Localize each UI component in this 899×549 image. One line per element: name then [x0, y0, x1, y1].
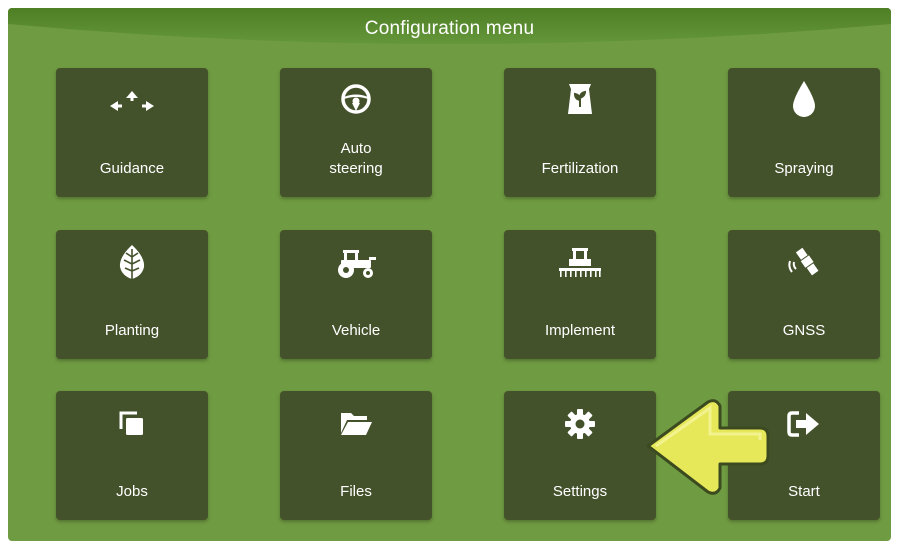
jobs-icon: [56, 399, 208, 449]
tile-label: Planting: [104, 322, 160, 339]
header-bar: Configuration menu: [8, 8, 891, 52]
tile-label: Vehicle: [331, 322, 381, 339]
planting-button[interactable]: Planting: [56, 230, 208, 359]
implement-icon: [504, 238, 656, 288]
gnss-button[interactable]: GNSS: [728, 230, 880, 359]
settings-button[interactable]: Settings: [504, 391, 656, 520]
leaf-icon: [56, 238, 208, 288]
configuration-screen: Configuration menu Guidance Auto steerin…: [8, 8, 891, 541]
guidance-arrows-icon: [56, 78, 208, 128]
satellite-icon: [728, 238, 880, 288]
auto-steering-button[interactable]: Auto steering: [280, 68, 432, 197]
tile-label: Fertilization: [541, 160, 619, 177]
tile-label: Implement: [544, 322, 616, 339]
tile-label: GNSS: [782, 322, 826, 339]
folder-icon: [280, 399, 432, 449]
tile-label: Files: [340, 483, 372, 500]
vehicle-button[interactable]: Vehicle: [280, 230, 432, 359]
fertilization-button[interactable]: Fertilization: [504, 68, 656, 197]
tile-label: Settings: [552, 483, 608, 500]
tile-label: Jobs: [116, 483, 148, 500]
guidance-button[interactable]: Guidance: [56, 68, 208, 197]
gear-icon: [504, 399, 656, 449]
fertilizer-bag-icon: [504, 74, 656, 124]
steering-wheel-icon: [280, 74, 432, 124]
droplet-icon: [728, 74, 880, 124]
files-button[interactable]: Files: [280, 391, 432, 520]
tile-label: Guidance: [99, 160, 165, 177]
tile-label: Auto steering: [329, 140, 383, 177]
tile-label: Spraying: [774, 160, 834, 177]
tractor-icon: [280, 238, 432, 288]
page-title: Configuration menu: [364, 18, 535, 39]
jobs-button[interactable]: Jobs: [56, 391, 208, 520]
spraying-button[interactable]: Spraying: [728, 68, 880, 197]
implement-button[interactable]: Implement: [504, 230, 656, 359]
yellow-pointer-arrow-icon: [644, 394, 772, 507]
